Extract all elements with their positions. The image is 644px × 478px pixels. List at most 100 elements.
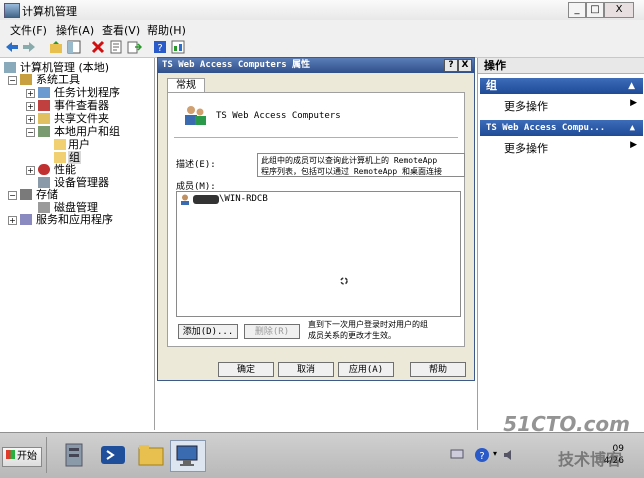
device-manager-icon: [38, 177, 50, 188]
svg-text:?: ?: [479, 451, 484, 462]
tree-item-local-users-groups[interactable]: 本地用户和组: [54, 125, 120, 138]
tree-item-users[interactable]: 用户: [68, 138, 90, 151]
description-line: 此组中的成员可以查询此计算机上的 RemoteApp: [261, 156, 438, 165]
tray-arrow-icon[interactable]: ▾: [493, 449, 497, 458]
description-field[interactable]: 此组中的成员可以查询此计算机上的 RemoteApp 程序列表，包括可以通过 R…: [257, 153, 465, 177]
start-button[interactable]: 开始: [2, 447, 42, 467]
expand-toggle[interactable]: +: [26, 89, 35, 98]
collapse-toggle[interactable]: −: [26, 128, 35, 137]
menu-view[interactable]: 查看(V): [102, 22, 140, 38]
group-name: TS Web Access Computers: [216, 111, 341, 121]
storage-icon: [20, 189, 32, 200]
minimize-button[interactable]: _: [568, 2, 586, 18]
server-manager-icon[interactable]: [58, 440, 92, 470]
start-label: 开始: [17, 451, 37, 462]
event-viewer-icon: [38, 100, 50, 111]
dialog-close-button[interactable]: X: [458, 59, 472, 72]
menu-action[interactable]: 操作(A): [56, 22, 94, 38]
collapse-arrow-icon[interactable]: ▲: [630, 120, 635, 136]
submenu-arrow-icon: ▶: [630, 98, 637, 108]
dialog-title: TS Web Access Computers 属性: [162, 60, 311, 70]
collapse-toggle[interactable]: −: [8, 76, 17, 85]
help-button[interactable]: 帮助: [410, 362, 466, 377]
folder-icon: [54, 152, 66, 163]
window-title: 计算机管理: [22, 5, 77, 18]
user-icon: [181, 194, 189, 205]
forward-arrow-icon[interactable]: [21, 39, 37, 55]
menubar: 文件(F) 操作(A) 查看(V) 帮助(H): [0, 20, 644, 37]
shared-folder-icon: [38, 113, 50, 124]
add-member-button[interactable]: 添加(D)...: [178, 324, 238, 339]
ok-button[interactable]: 确定: [218, 362, 274, 377]
separator: [174, 137, 458, 138]
users-group-icon: [38, 126, 50, 137]
more-actions-link[interactable]: 更多操作: [504, 98, 548, 114]
membership-note: 直到下一次用户登录时对用户的组 成员关系的更改才生效。: [308, 319, 428, 341]
actions-header: 操作: [478, 58, 644, 74]
tree-item-storage[interactable]: 存储: [36, 188, 58, 201]
submenu-arrow-icon: ▶: [630, 140, 637, 150]
network-tray-icon[interactable]: [450, 449, 464, 461]
expand-toggle[interactable]: +: [26, 115, 35, 124]
toolbar: ?: [0, 37, 644, 58]
powershell-icon[interactable]: [96, 440, 130, 470]
tools-icon: [20, 74, 32, 85]
tree-item-event-viewer[interactable]: 事件查看器: [54, 99, 109, 112]
expand-toggle[interactable]: +: [26, 166, 35, 175]
busy-cursor-icon: [340, 277, 348, 285]
tree-item-services-apps[interactable]: 服务和应用程序: [36, 213, 113, 226]
show-hide-tree-icon[interactable]: [66, 39, 82, 55]
console-tree: 计算机管理 (本地) − 系统工具 + 任务计划程序 + 事件查看器 + 共享文…: [0, 58, 155, 430]
actions-section-ts-web[interactable]: TS Web Access Compu... ▲: [480, 120, 643, 136]
close-button[interactable]: X: [604, 2, 634, 18]
expand-toggle[interactable]: +: [8, 216, 17, 225]
dialog-titlebar[interactable]: TS Web Access Computers 属性 ? X: [158, 58, 474, 73]
apply-button[interactable]: 应用(A): [338, 362, 394, 377]
tree-item-device-manager[interactable]: 设备管理器: [54, 176, 109, 189]
performance-icon: [38, 164, 50, 175]
menu-file[interactable]: 文件(F): [10, 22, 47, 38]
mmc-console-icon[interactable]: [170, 39, 186, 55]
export-list-icon[interactable]: [126, 39, 142, 55]
collapse-arrow-icon[interactable]: ▲: [628, 78, 635, 94]
remove-member-button[interactable]: 删除(R): [244, 324, 300, 339]
computer-management-icon: [4, 3, 20, 18]
actions-pane: 操作 组 ▲ 更多操作 ▶ TS Web Access Compu... ▲ 更…: [477, 58, 644, 430]
group-icon: [185, 106, 206, 125]
tree-item-task-scheduler[interactable]: 任务计划程序: [54, 86, 120, 99]
maximize-button[interactable]: □: [586, 2, 604, 18]
help-icon[interactable]: ?: [152, 39, 168, 55]
menu-help[interactable]: 帮助(H): [147, 22, 186, 38]
task-scheduler-icon: [38, 87, 50, 98]
up-folder-icon[interactable]: [48, 39, 64, 55]
tree-item-system-tools[interactable]: 系统工具: [36, 73, 80, 86]
note-line: 成员关系的更改才生效。: [308, 331, 396, 340]
tree-item-shared-folders[interactable]: 共享文件夹: [54, 112, 109, 125]
tab-general[interactable]: 常规: [167, 78, 205, 93]
tree-item-performance[interactable]: 性能: [54, 163, 76, 176]
folder-icon: [54, 139, 66, 150]
collapse-toggle[interactable]: −: [8, 191, 17, 200]
window-titlebar[interactable]: 计算机管理 _ □ X: [0, 0, 644, 21]
help-tray-icon[interactable]: ?: [474, 447, 490, 463]
properties-icon[interactable]: [108, 39, 124, 55]
members-list[interactable]: \WIN-RDCB: [176, 191, 461, 317]
actions-section-group[interactable]: 组 ▲: [480, 78, 643, 94]
member-item[interactable]: \WIN-RDCB: [219, 194, 268, 204]
computer-management-task-icon[interactable]: [170, 440, 206, 472]
tab-panel: TS Web Access Computers 描述(E): 此组中的成员可以查…: [167, 92, 465, 347]
back-arrow-icon[interactable]: [4, 39, 20, 55]
delete-icon[interactable]: [90, 39, 106, 55]
explorer-folder-icon[interactable]: [134, 440, 168, 470]
actions-section-label: 组: [486, 79, 497, 92]
disk-icon: [38, 202, 50, 213]
volume-tray-icon[interactable]: [502, 448, 516, 462]
more-actions-link[interactable]: 更多操作: [504, 140, 548, 156]
dialog-help-button[interactable]: ?: [444, 59, 458, 72]
cancel-button[interactable]: 取消: [278, 362, 334, 377]
services-icon: [20, 214, 32, 225]
expand-toggle[interactable]: +: [26, 102, 35, 111]
actions-section-label: TS Web Access Compu...: [486, 123, 606, 133]
windows-logo-icon: [6, 450, 15, 459]
watermark-text: 技术博客: [557, 450, 622, 469]
